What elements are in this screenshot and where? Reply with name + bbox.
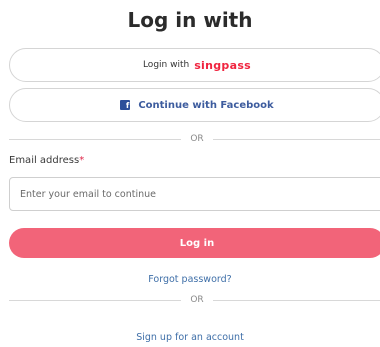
divider-text: OR — [190, 295, 204, 305]
signup-link[interactable]: Sign up for an account — [0, 332, 380, 343]
facebook-login-button[interactable]: f Continue with Facebook — [9, 88, 380, 122]
forgot-password-link[interactable]: Forgot password? — [0, 274, 380, 285]
email-label-text: Email address — [9, 155, 80, 166]
facebook-icon: f — [120, 100, 131, 110]
singpass-login-button[interactable]: Login with singpass — [9, 48, 380, 82]
facebook-button-label: Continue with Facebook — [138, 99, 274, 111]
divider-line — [212, 299, 380, 301]
email-label: Email address* — [9, 155, 84, 166]
divider-line — [9, 138, 182, 140]
required-mark: * — [79, 155, 85, 166]
login-button[interactable]: Log in — [9, 228, 380, 258]
page-title: Log in with — [127, 8, 253, 32]
divider-line — [212, 138, 380, 140]
or-divider: OR — [9, 293, 380, 307]
singpass-logo: singpass — [194, 58, 252, 72]
divider-line — [9, 299, 182, 301]
or-divider: OR — [9, 132, 380, 146]
email-field[interactable] — [9, 177, 380, 211]
singpass-prefix-label: Login with — [142, 60, 190, 70]
divider-text: OR — [190, 134, 204, 144]
